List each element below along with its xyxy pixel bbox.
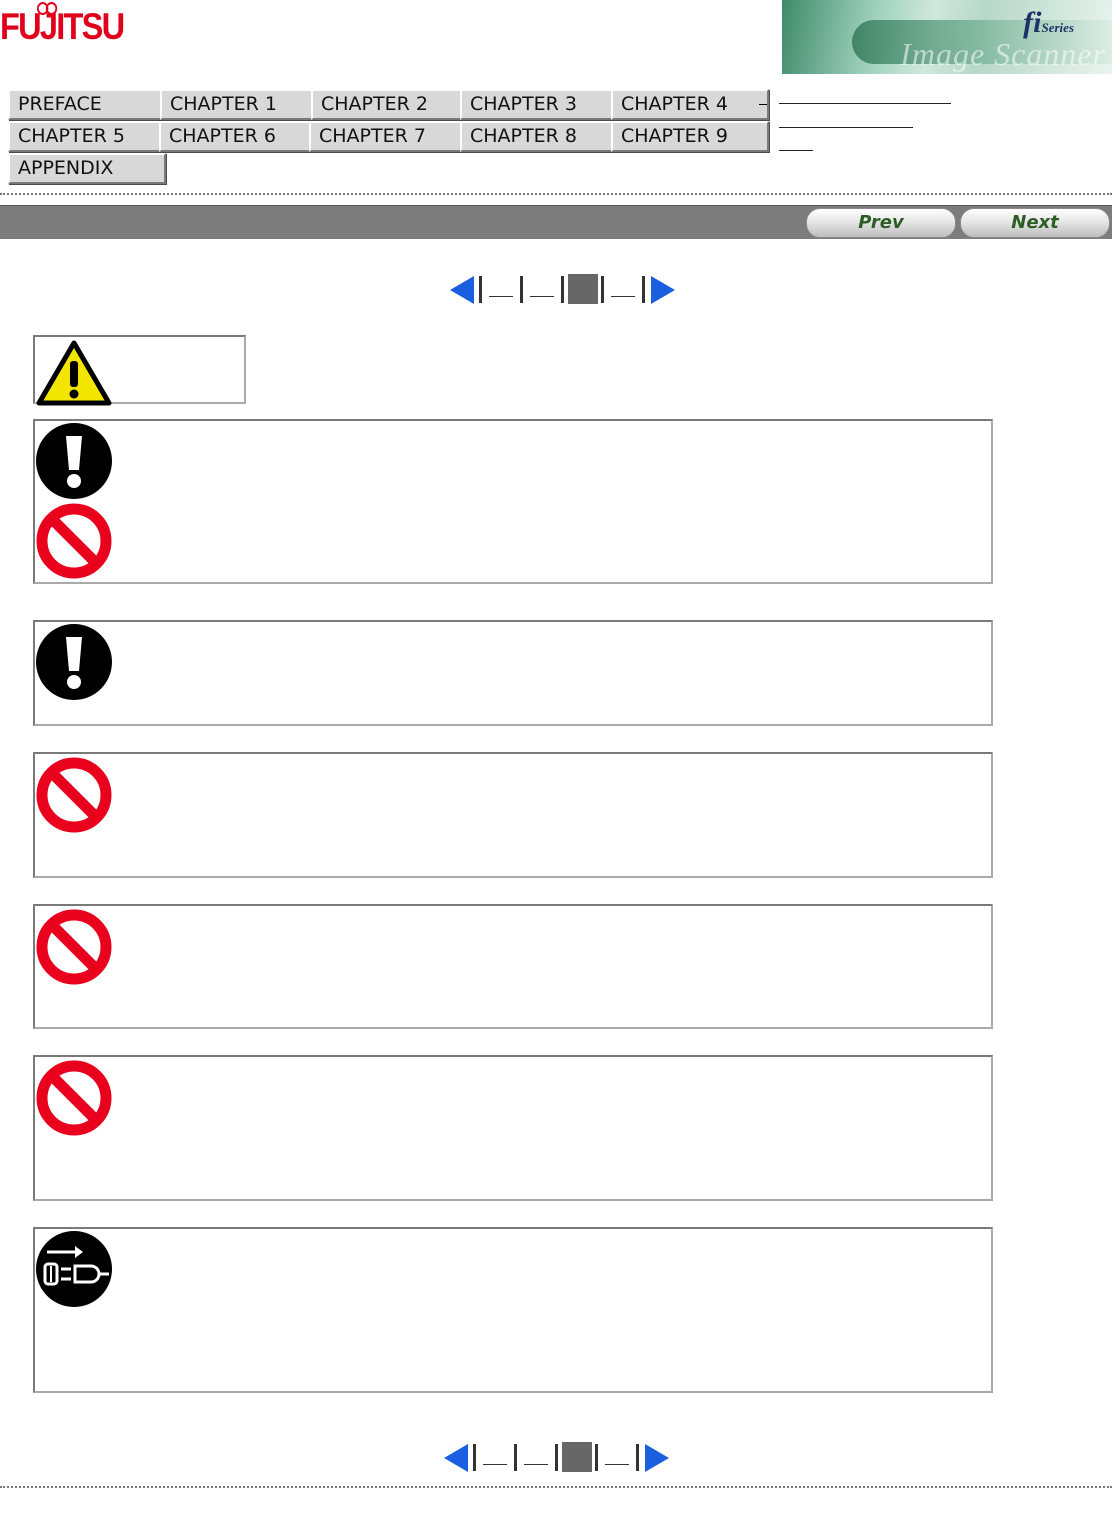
tab-connector [759,104,767,105]
header-link-3[interactable] [779,150,813,151]
previous-page-arrow-icon[interactable] [450,276,474,304]
divider-bottom [0,1486,1112,1488]
current-page-marker [562,1442,592,1472]
tab-preface[interactable]: PREFACE [8,89,166,120]
header-link-2[interactable] [779,127,913,128]
banner-brand-fi: fi [1023,6,1042,39]
tab-appendix[interactable]: APPENDIX [8,153,166,184]
warning-header [33,335,246,406]
prohibited-icon [36,757,112,833]
tab-chapter-3[interactable]: CHAPTER 3 [460,89,618,120]
tab-chapter-5[interactable]: CHAPTER 5 [8,121,166,152]
caution-box-1 [33,419,993,584]
caution-box-5 [33,1055,993,1201]
next-page-arrow-icon[interactable] [651,276,675,304]
page-link-4[interactable] [611,296,635,297]
page-navigator-bottom [444,1442,674,1476]
tab-chapter-7[interactable]: CHAPTER 7 [309,121,467,152]
unplug-power-icon [36,1231,112,1307]
page-link-1[interactable] [483,1464,507,1465]
next-button[interactable]: Next [960,208,1110,238]
page-link-2[interactable] [524,1464,548,1465]
caution-box-4 [33,904,993,1029]
tab-chapter-1[interactable]: CHAPTER 1 [160,89,318,120]
tab-chapter-4[interactable]: CHAPTER 4 [611,89,769,120]
prohibited-icon [36,909,112,985]
banner-script-text: Image Scanner [900,36,1106,72]
caution-box-2 [33,620,993,726]
page-link-1[interactable] [489,296,513,297]
tab-chapter-6[interactable]: CHAPTER 6 [159,121,317,152]
divider-top [0,193,1112,195]
fujitsu-logo: FUJITSU [0,2,125,45]
mandatory-action-icon [36,423,112,499]
mandatory-action-icon [36,624,112,700]
banner-brand-series: Series [1041,20,1075,35]
caution-box-3 [33,752,993,878]
page-link-2[interactable] [530,296,554,297]
page-navigator-top [450,274,680,308]
warning-triangle-icon [36,340,112,406]
tab-chapter-2[interactable]: CHAPTER 2 [311,89,469,120]
caution-box-6 [33,1227,993,1393]
prohibited-icon [36,503,112,579]
prev-button[interactable]: Prev [806,208,956,238]
page-link-4[interactable] [605,1464,629,1465]
tab-chapter-9[interactable]: CHAPTER 9 [611,121,769,152]
header-link-1[interactable] [779,103,951,104]
previous-page-arrow-icon[interactable] [444,1444,468,1472]
tab-chapter-8[interactable]: CHAPTER 8 [460,121,618,152]
current-page-marker [568,274,598,304]
prohibited-icon [36,1060,112,1136]
fi-series-banner: fiSeries Image Scanner [782,0,1112,74]
next-page-arrow-icon[interactable] [645,1444,669,1472]
